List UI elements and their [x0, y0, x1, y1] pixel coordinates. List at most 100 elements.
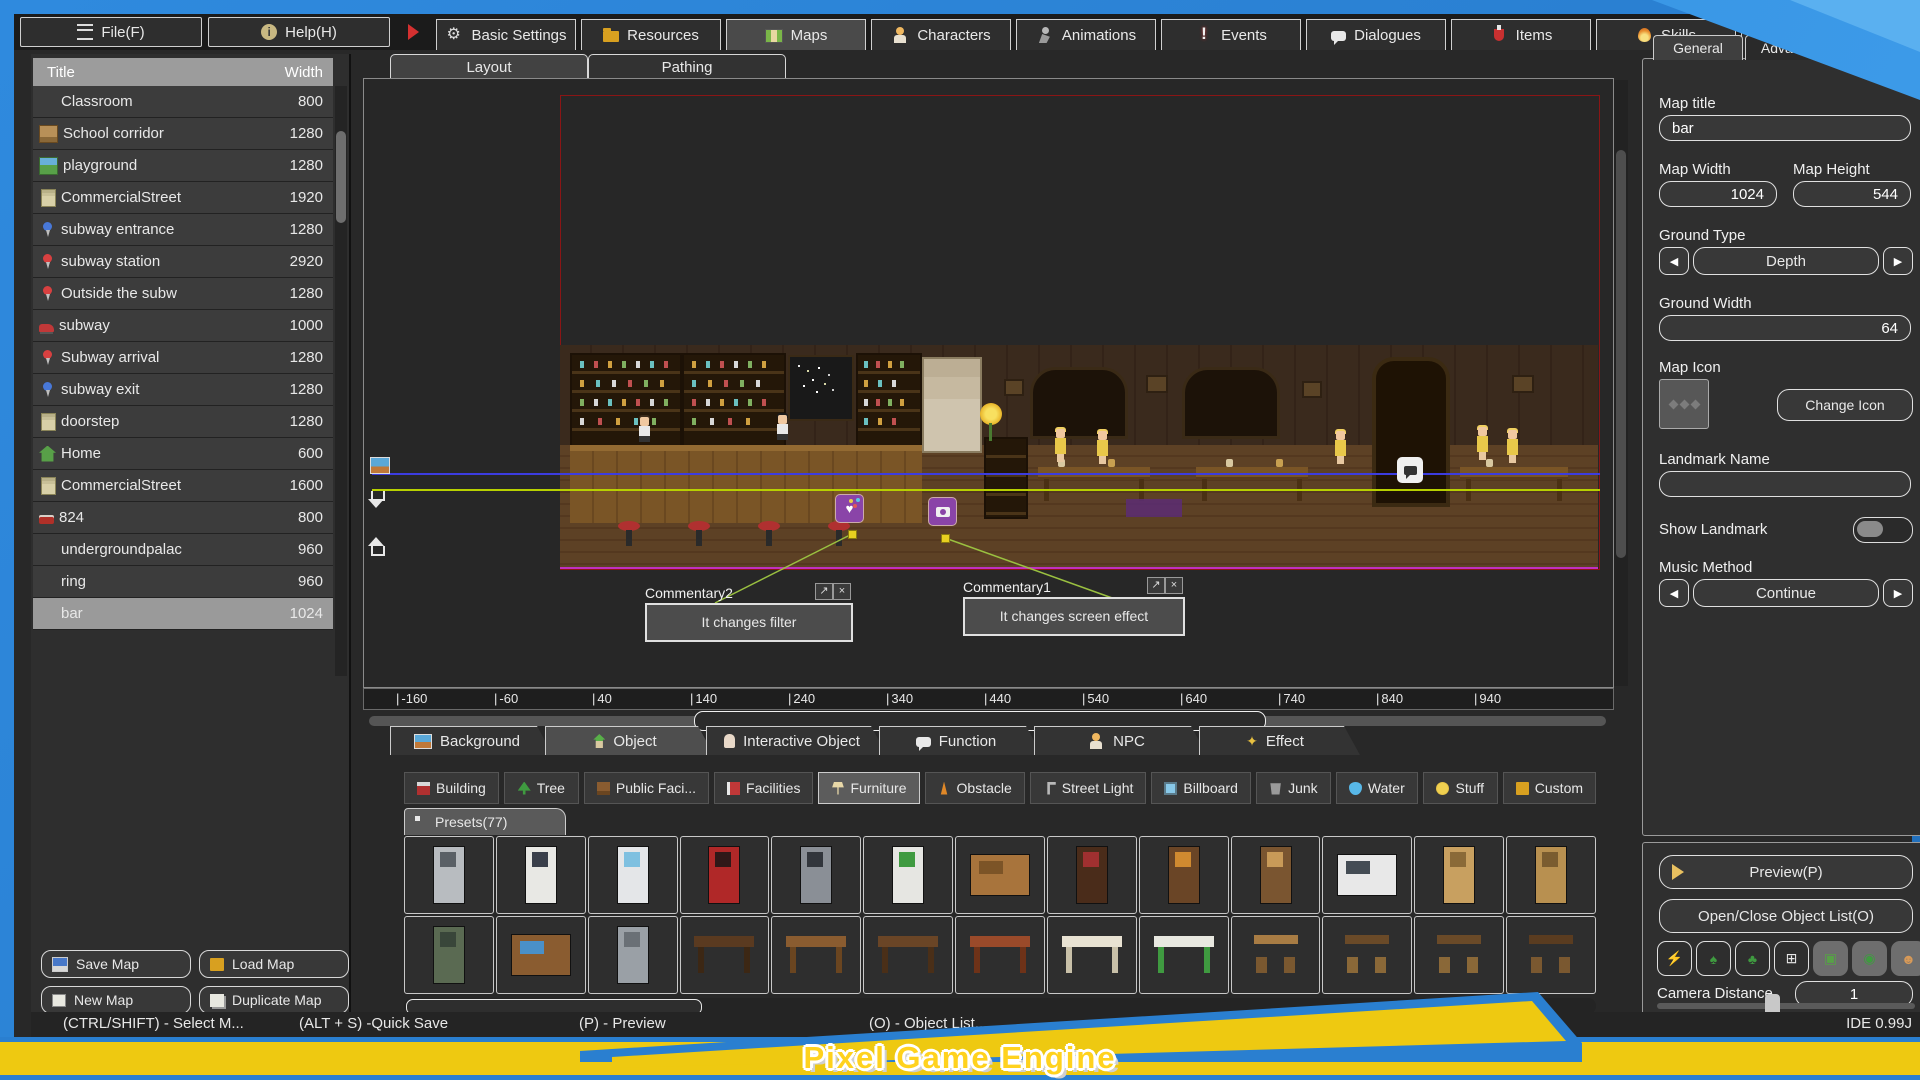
palette-tab-interactive-object[interactable]: Interactive Object [706, 726, 887, 755]
map-list-row[interactable]: CommercialStreet1920 [33, 182, 333, 214]
music-method-select[interactable]: Continue [1693, 579, 1879, 607]
category-obstacle[interactable]: Obstacle [925, 772, 1025, 804]
preset-item-server-rack[interactable] [771, 836, 861, 914]
category-billboard[interactable]: Billboard [1151, 772, 1250, 804]
ground-type-next-button[interactable]: ▶ [1883, 247, 1913, 275]
preset-item-pc-tower[interactable] [404, 836, 494, 914]
preset-item-red-table[interactable] [955, 916, 1045, 994]
view-tree-icon[interactable]: ◉ [1852, 941, 1887, 976]
camera-distance-slider[interactable] [1657, 1003, 1915, 1009]
tab-items[interactable]: Items [1451, 19, 1591, 50]
category-tree[interactable]: Tree [504, 772, 579, 804]
map-list-row[interactable]: Home600 [33, 438, 333, 470]
change-icon-button[interactable]: Change Icon [1777, 389, 1913, 421]
canvas-vscrollbar-thumb[interactable] [1616, 150, 1626, 558]
preset-item-bar-table-3[interactable] [1506, 916, 1596, 994]
new-map-button[interactable]: New Map [41, 986, 191, 1014]
duplicate-map-button[interactable]: Duplicate Map [199, 986, 349, 1014]
map-list-row[interactable]: playground1280 [33, 150, 333, 182]
close-icon[interactable]: × [1165, 577, 1183, 594]
map-list-row[interactable]: subway exit1280 [33, 374, 333, 406]
tab-general[interactable]: General [1653, 35, 1743, 60]
map-list-row[interactable]: undergroundpalac960 [33, 534, 333, 566]
preset-item-cupboard[interactable] [1139, 836, 1229, 914]
canvas-vscrollbar[interactable] [1614, 80, 1628, 686]
category-facilities[interactable]: Facilities [714, 772, 813, 804]
category-stuff[interactable]: Stuff [1423, 772, 1498, 804]
map-list-row[interactable]: subway station2920 [33, 246, 333, 278]
preset-item-bar-table-2[interactable] [1414, 916, 1504, 994]
tab-advanced[interactable]: Advanced [1745, 35, 1839, 60]
load-map-button[interactable]: Load Map [199, 950, 349, 978]
map-width-input[interactable]: 1024 [1659, 181, 1777, 207]
preset-item-brown-table[interactable] [771, 916, 861, 994]
preset-item-file-cabinet[interactable] [588, 916, 678, 994]
save-map-button[interactable]: Save Map [41, 950, 191, 978]
ground-width-input[interactable]: 64 [1659, 315, 1911, 341]
category-furniture[interactable]: Furniture [818, 772, 919, 804]
preset-item-water-dispenser[interactable] [588, 836, 678, 914]
map-list-row[interactable]: 824800 [33, 502, 333, 534]
map-list-row[interactable]: Subway arrival1280 [33, 342, 333, 374]
dialogue-marker[interactable] [1397, 457, 1423, 483]
category-public-faci-[interactable]: Public Faci... [584, 772, 709, 804]
category-custom[interactable]: Custom [1503, 772, 1596, 804]
object-list-button[interactable]: Open/Close Object List(O) [1659, 899, 1913, 933]
preview-button[interactable]: Preview(P) [1659, 855, 1913, 889]
map-title-input[interactable]: bar [1659, 115, 1911, 141]
resize-icon[interactable]: ↗ [815, 583, 833, 600]
sidebar-scrollbar[interactable] [335, 86, 347, 676]
palette-tab-object[interactable]: Object [545, 726, 714, 755]
map-list-row[interactable]: doorstep1280 [33, 406, 333, 438]
background-layer-icon[interactable] [370, 457, 388, 473]
preset-item-kitchen-counter[interactable] [1322, 836, 1412, 914]
preset-item-computer-desk[interactable] [496, 916, 586, 994]
preset-item-drawer-chest-2[interactable] [1506, 836, 1596, 914]
map-list-row[interactable]: subway1000 [33, 310, 333, 342]
preset-item-bar-table-1[interactable] [1322, 916, 1412, 994]
ground-type-prev-button[interactable]: ◀ [1659, 247, 1689, 275]
commentary-2[interactable]: Commentary2 ↗ × It changes filter [645, 585, 853, 642]
preset-item-dark-cabinet[interactable] [1047, 836, 1137, 914]
screen-effect-event-marker[interactable] [928, 497, 957, 526]
map-list-row[interactable]: CommercialStreet1600 [33, 470, 333, 502]
palette-tab-function[interactable]: Function [879, 726, 1042, 755]
tab-pathing[interactable]: Pathing [588, 54, 786, 79]
category-junk[interactable]: Junk [1256, 772, 1331, 804]
map-list-row[interactable]: ring960 [33, 566, 333, 598]
map-list-row[interactable]: subway entrance1280 [33, 214, 333, 246]
preset-item-stool-pair[interactable] [1231, 916, 1321, 994]
comment-toggle-icon[interactable]: ⚡ [1657, 941, 1692, 976]
map-list-row[interactable]: Outside the subw1280 [33, 278, 333, 310]
view-npc-icon[interactable]: ☻ [1891, 941, 1920, 976]
move-down-arrow-icon[interactable] [368, 491, 384, 509]
preset-item-wood-cabinet[interactable] [1231, 836, 1321, 914]
preset-item-drawer-chest[interactable] [1414, 836, 1504, 914]
close-icon[interactable]: × [833, 583, 851, 600]
tree-toggle-icon[interactable]: ♠ [1696, 941, 1731, 976]
filter-event-marker[interactable]: ♥ [835, 494, 864, 523]
tab-animations[interactable]: Animations [1016, 19, 1156, 50]
show-landmark-toggle[interactable] [1853, 517, 1913, 543]
presets-tab[interactable]: Presets(77) [404, 808, 566, 835]
preset-item-wide-desk[interactable] [863, 916, 953, 994]
tab-maps[interactable]: Maps [726, 19, 866, 50]
preset-item-white-table[interactable] [1047, 916, 1137, 994]
tab-dialogues[interactable]: Dialogues [1306, 19, 1446, 50]
map-list-row[interactable]: Classroom800 [33, 86, 333, 118]
sidebar-scrollbar-thumb[interactable] [336, 131, 346, 223]
preset-item-dark-desk[interactable] [680, 916, 770, 994]
tab-layout[interactable]: Layout [390, 54, 588, 79]
tab-interaction[interactable]: Interaction [1841, 35, 1920, 60]
ground-type-select[interactable]: Depth [1693, 247, 1879, 275]
preset-item-wood-lattice-rack[interactable] [955, 836, 1045, 914]
preset-item-plant-shelf[interactable] [863, 836, 953, 914]
category-building[interactable]: Building [404, 772, 499, 804]
help-menu-button[interactable]: i Help(H) [208, 17, 390, 47]
music-method-prev-button[interactable]: ◀ [1659, 579, 1689, 607]
category-water[interactable]: Water [1336, 772, 1418, 804]
map-height-input[interactable]: 544 [1793, 181, 1911, 207]
palette-tab-background[interactable]: Background [390, 726, 553, 755]
grid-toggle-icon[interactable]: ⊞ [1774, 941, 1809, 976]
preset-item-white-cabinet[interactable] [496, 836, 586, 914]
